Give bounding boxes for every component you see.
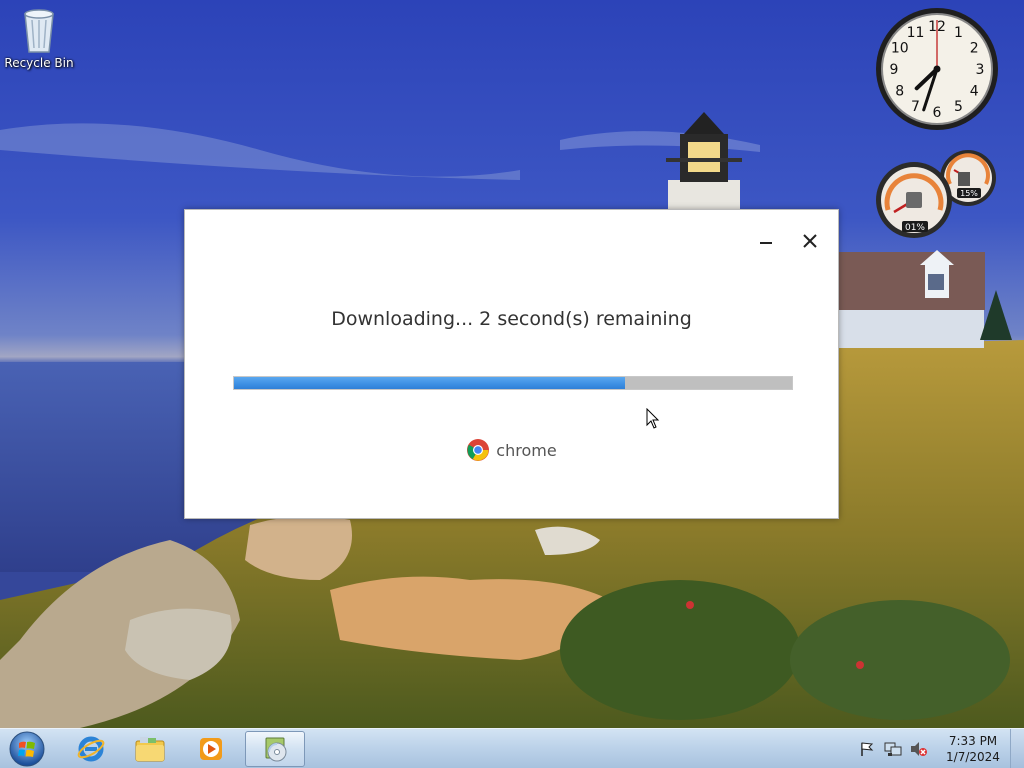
taskbar-date: 1/7/2024 (946, 750, 1000, 764)
clock-numeral: 7 (911, 99, 920, 115)
chrome-installer-dialog: Downloading... 2 second(s) remaining chr… (184, 209, 839, 519)
taskbar-internet-explorer[interactable] (64, 731, 118, 767)
start-button[interactable] (0, 729, 54, 768)
minimize-button[interactable] (753, 228, 779, 254)
taskbar: 7:33 PM 1/7/2024 (0, 728, 1024, 768)
installer-cd-icon (265, 737, 287, 762)
taskbar-time: 7:33 PM (948, 734, 998, 748)
clock-numeral: 11 (907, 25, 925, 41)
taskbar-windows-explorer[interactable] (123, 731, 177, 767)
clock-numeral: 10 (891, 41, 909, 57)
minimize-icon (760, 242, 772, 244)
clock-numeral: 8 (895, 84, 904, 100)
clock-numeral: 5 (954, 99, 963, 115)
download-progress-fill (234, 377, 625, 389)
cpu-percent: 01% (905, 223, 925, 233)
recycle-bin-icon (24, 9, 54, 53)
clock-numeral: 1 (954, 25, 963, 41)
clock-gadget[interactable]: 12 1234567891011 (874, 6, 1000, 132)
memory-percent: 15% (960, 189, 978, 198)
windows-start-orb-icon (9, 731, 45, 767)
mouse-cursor-icon (646, 408, 660, 429)
chrome-logo-icon (467, 439, 490, 461)
cpu-meter-gadget[interactable]: 15% 01% (874, 148, 1002, 240)
internet-explorer-icon (77, 736, 105, 762)
clock-numeral: 3 (976, 62, 985, 78)
folder-library-icon (135, 737, 165, 762)
close-icon (803, 234, 817, 248)
memory-chip-icon (958, 172, 970, 186)
taskbar-media-player[interactable] (184, 731, 238, 767)
system-tray: 7:33 PM 1/7/2024 (854, 729, 1024, 768)
action-center-flag-icon[interactable] (857, 739, 877, 759)
download-status-text: Downloading... 2 second(s) remaining (331, 308, 692, 330)
cpu-chip-icon (906, 192, 922, 208)
taskbar-installer-active[interactable] (245, 731, 305, 767)
desktop-icon-recycle-bin[interactable]: Recycle Bin (4, 6, 74, 70)
clock-numeral: 6 (933, 105, 942, 121)
media-player-icon (200, 738, 222, 760)
clock-numeral: 4 (970, 84, 979, 100)
clock-numeral: 9 (890, 62, 899, 78)
close-button[interactable] (797, 228, 823, 254)
show-desktop-button[interactable] (1010, 729, 1024, 768)
download-progress-bar (233, 376, 793, 390)
desktop-icon-label: Recycle Bin (4, 56, 74, 70)
chrome-brand: chrome (185, 438, 838, 462)
volume-muted-icon[interactable] (909, 739, 929, 759)
taskbar-clock[interactable]: 7:33 PM 1/7/2024 (940, 733, 1006, 765)
chrome-brand-name: chrome (496, 440, 557, 460)
network-icon[interactable] (883, 739, 903, 759)
clock-numeral: 2 (970, 41, 979, 57)
